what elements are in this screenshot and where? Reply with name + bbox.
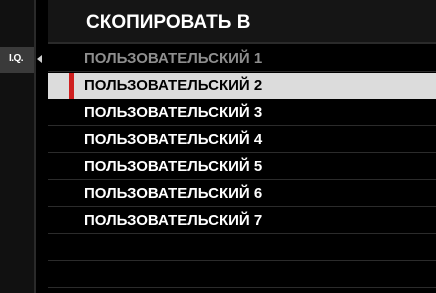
menu-tab-strip (0, 0, 34, 293)
tab-image-quality[interactable]: I.Q. (0, 47, 34, 73)
menu-item-label: ПОЛЬЗОВАТЕЛЬСКИЙ 6 (84, 185, 263, 202)
empty-row (48, 262, 436, 288)
panel-header: СКОПИРОВАТЬ В (48, 0, 436, 44)
menu-item-label: ПОЛЬЗОВАТЕЛЬСКИЙ 2 (84, 77, 263, 94)
menu-item-label: ПОЛЬЗОВАТЕЛЬСКИЙ 7 (84, 212, 263, 229)
menu-item-label: ПОЛЬЗОВАТЕЛЬСКИЙ 1 (84, 50, 263, 67)
menu-item-label: ПОЛЬЗОВАТЕЛЬСКИЙ 4 (84, 131, 263, 148)
menu-item-custom-6[interactable]: ПОЛЬЗОВАТЕЛЬСКИЙ 6 (48, 181, 436, 207)
menu-item-custom-7[interactable]: ПОЛЬЗОВАТЕЛЬСКИЙ 7 (48, 208, 436, 234)
menu-item-custom-2[interactable]: ПОЛЬЗОВАТЕЛЬСКИЙ 2 (48, 73, 436, 99)
menu-item-label: ПОЛЬЗОВАТЕЛЬСКИЙ 5 (84, 158, 263, 175)
tab-label: I.Q. (8, 53, 24, 64)
menu-item-label: ПОЛЬЗОВАТЕЛЬСКИЙ 3 (84, 104, 263, 121)
empty-row (48, 235, 436, 261)
selection-marker (69, 73, 74, 99)
menu-item-custom-4[interactable]: ПОЛЬЗОВАТЕЛЬСКИЙ 4 (48, 127, 436, 153)
copy-to-panel: СКОПИРОВАТЬ В ПОЛЬЗОВАТЕЛЬСКИЙ 1 ПОЛЬЗОВ… (48, 0, 436, 293)
menu-item-custom-1[interactable]: ПОЛЬЗОВАТЕЛЬСКИЙ 1 (48, 46, 436, 72)
menu-item-custom-3[interactable]: ПОЛЬЗОВАТЕЛЬСКИЙ 3 (48, 100, 436, 126)
tab-divider (34, 0, 36, 293)
page-title: СКОПИРОВАТЬ В (86, 12, 251, 33)
camera-menu-screen: I.Q. СКОПИРОВАТЬ В ПОЛЬЗОВАТЕЛЬСКИЙ 1 ПО… (0, 0, 436, 293)
menu-item-custom-5[interactable]: ПОЛЬЗОВАТЕЛЬСКИЙ 5 (48, 154, 436, 180)
chevron-left-icon (37, 55, 42, 63)
